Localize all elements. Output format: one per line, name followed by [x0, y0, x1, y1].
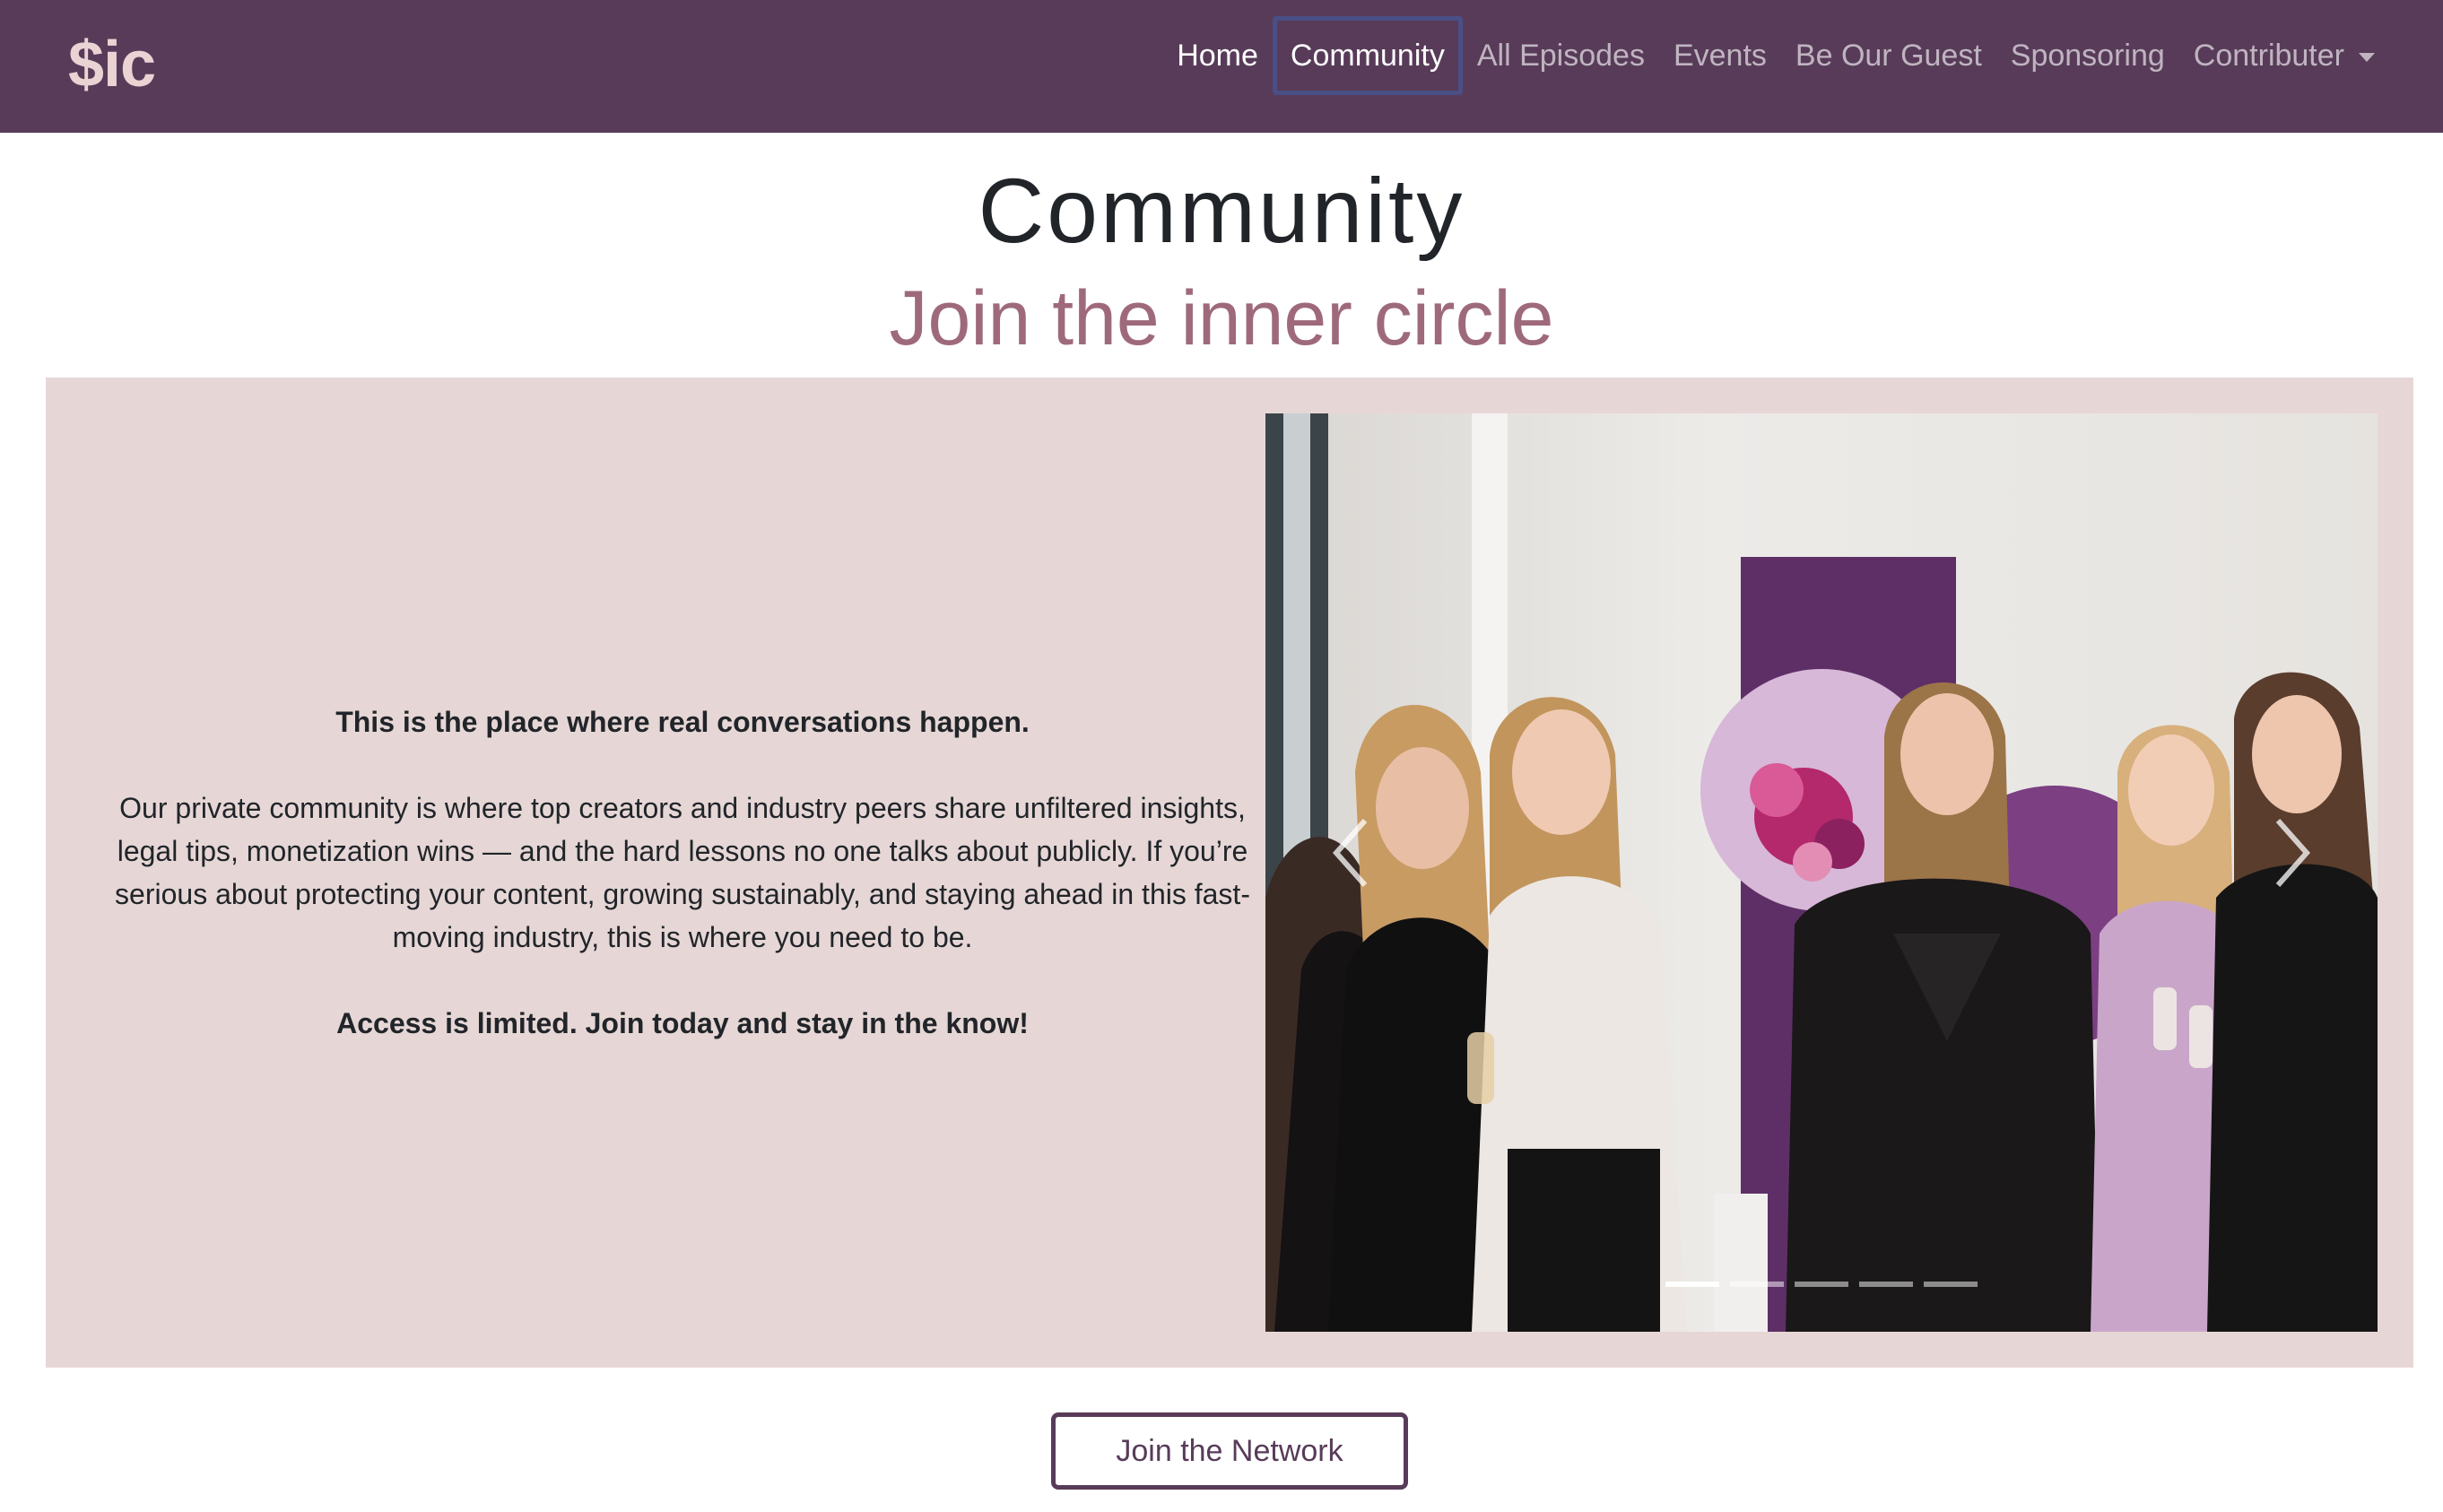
chevron-right-icon	[2275, 819, 2311, 887]
main-nav: Home Community All Episodes Events Be Ou…	[1162, 13, 2389, 99]
nav-contributer-dropdown[interactable]: Contributer	[2179, 16, 2389, 95]
intro-body: Our private community is where top creat…	[115, 792, 1250, 953]
intro-closing: Access is limited. Join today and stay i…	[336, 1007, 1029, 1039]
intro-headline: This is the place where real conversatio…	[335, 706, 1030, 738]
carousel-indicator-3[interactable]	[1795, 1282, 1848, 1287]
photo-carousel[interactable]	[1265, 413, 2378, 1332]
nav-events[interactable]: Events	[1659, 16, 1781, 95]
nav-be-our-guest[interactable]: Be Our Guest	[1781, 16, 1996, 95]
carousel-photo	[1265, 413, 2378, 1332]
carousel-indicator-2[interactable]	[1730, 1282, 1784, 1287]
top-navbar: $ic Home Community All Episodes Events B…	[0, 0, 2443, 133]
carousel-indicator-1[interactable]	[1665, 1282, 1719, 1287]
nav-home[interactable]: Home	[1162, 16, 1273, 95]
page-subtitle: Join the inner circle	[889, 275, 1554, 361]
nav-community[interactable]: Community	[1272, 16, 1463, 95]
nav-all-episodes[interactable]: All Episodes	[1463, 16, 1659, 95]
carousel-prev-button[interactable]	[1301, 790, 1400, 916]
carousel-next-button[interactable]	[2243, 790, 2342, 916]
join-network-button[interactable]: Join the Network	[1051, 1412, 1408, 1490]
brand-logo[interactable]: $ic	[68, 27, 156, 102]
caret-down-icon	[2359, 53, 2375, 63]
carousel-indicator-5[interactable]	[1924, 1282, 1978, 1287]
nav-contributer-label: Contributer	[2193, 39, 2344, 73]
carousel-indicators	[1265, 1282, 2378, 1287]
carousel-indicator-4[interactable]	[1859, 1282, 1913, 1287]
intro-text: This is the place where real conversatio…	[95, 378, 1270, 1368]
chevron-left-icon	[1332, 819, 1368, 887]
page-title: Community	[978, 160, 1465, 262]
nav-sponsoring[interactable]: Sponsoring	[1996, 16, 2179, 95]
community-panel: This is the place where real conversatio…	[46, 378, 2413, 1368]
